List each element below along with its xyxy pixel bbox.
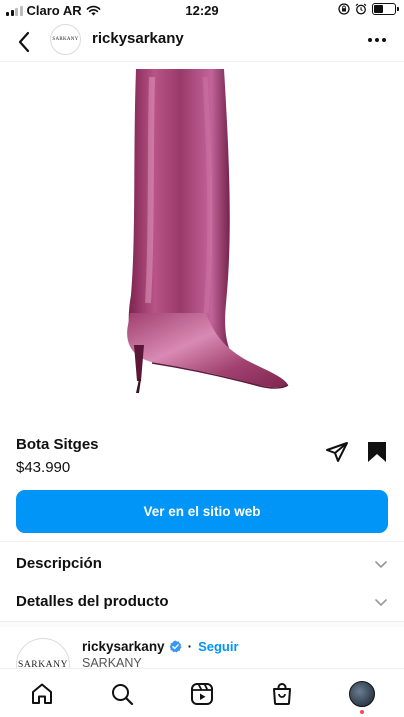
header: SARKANY rickysarkany (0, 22, 404, 62)
back-button[interactable] (12, 28, 36, 56)
chevron-left-icon (18, 31, 30, 53)
battery-icon (372, 3, 399, 15)
chevron-down-icon (375, 561, 387, 568)
tab-search[interactable] (109, 681, 135, 707)
status-bar: Claro AR 12:29 (0, 0, 404, 22)
shopping-bag-icon (273, 683, 291, 705)
paper-plane-icon (326, 442, 348, 462)
header-avatar[interactable]: SARKANY (50, 24, 81, 55)
bottom-tab-bar (0, 668, 404, 717)
profile-avatar (349, 681, 375, 707)
seller-info: rickysarkany · Seguir (82, 639, 239, 654)
reels-icon (191, 683, 213, 705)
share-button[interactable] (325, 440, 349, 464)
product-details-label: Detalles del producto (16, 593, 169, 610)
follow-button[interactable]: Seguir (198, 639, 238, 654)
status-right (338, 3, 399, 15)
section-divider (0, 621, 404, 627)
tab-profile[interactable] (349, 681, 375, 714)
notification-dot (360, 710, 364, 714)
separator-dot: · (187, 639, 193, 654)
bookmark-icon (368, 442, 386, 462)
search-icon (112, 684, 134, 706)
save-button[interactable] (366, 440, 388, 464)
description-row[interactable]: Descripción (0, 548, 404, 580)
product-image[interactable] (0, 63, 404, 413)
view-on-website-label: Ver en el sitio web (143, 504, 261, 519)
description-label: Descripción (16, 555, 102, 572)
product-price: $43.990 (16, 459, 71, 476)
divider (0, 541, 404, 542)
pink-metallic-boot-image (127, 69, 289, 393)
verified-badge-icon (169, 640, 182, 653)
product-details-row[interactable]: Detalles del producto (0, 586, 404, 618)
alarm-icon (355, 3, 367, 15)
chevron-down-icon (375, 599, 387, 606)
header-username[interactable]: rickysarkany (92, 30, 184, 47)
product-name: Bota Sitges (16, 436, 99, 453)
tab-reels[interactable] (189, 681, 215, 707)
tab-shop[interactable] (269, 681, 295, 707)
view-on-website-button[interactable]: Ver en el sitio web (16, 490, 388, 533)
header-avatar-text: SARKANY (52, 37, 79, 42)
home-icon (32, 683, 52, 704)
orientation-lock-icon (338, 3, 350, 15)
seller-username[interactable]: rickysarkany (82, 639, 165, 654)
more-options-button[interactable] (366, 32, 388, 48)
tab-home[interactable] (29, 681, 55, 707)
